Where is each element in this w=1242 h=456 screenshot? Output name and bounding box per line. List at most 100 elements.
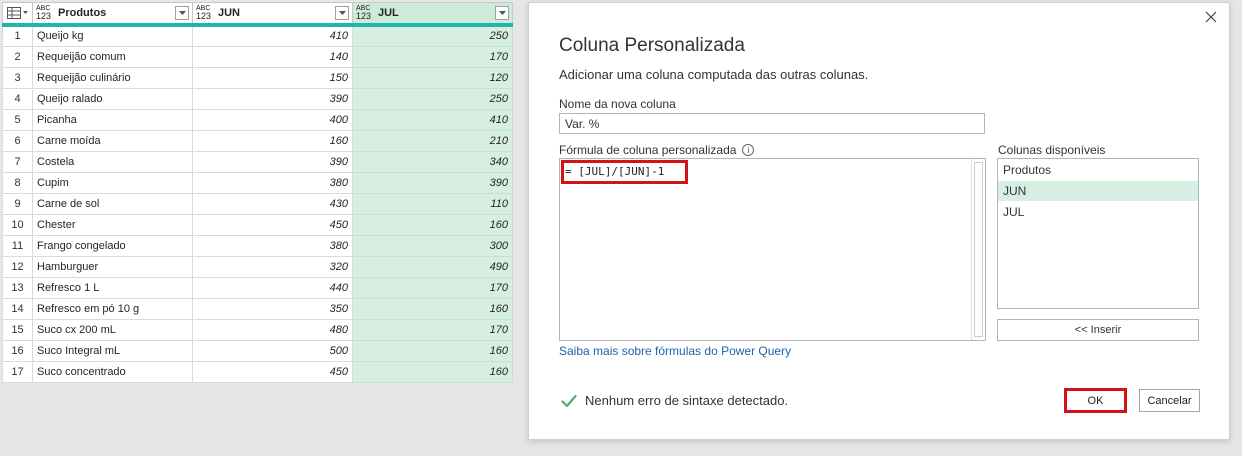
cell-jun[interactable]: 450 — [192, 360, 353, 383]
table-corner[interactable] — [2, 2, 33, 27]
cell-produto[interactable]: Refresco 1 L — [32, 276, 193, 299]
column-filter-button[interactable] — [175, 6, 189, 20]
cancel-button[interactable]: Cancelar — [1139, 389, 1200, 412]
row-index[interactable]: 15 — [2, 318, 33, 341]
cell-produto[interactable]: Picanha — [32, 108, 193, 131]
cell-jun[interactable]: 440 — [192, 276, 353, 299]
row-index[interactable]: 3 — [2, 66, 33, 89]
cell-jun[interactable]: 380 — [192, 171, 353, 194]
table-row[interactable]: 8 Cupim 380 390 — [2, 171, 513, 194]
cell-jul[interactable]: 160 — [352, 297, 513, 320]
available-columns-list[interactable]: Produtos JUN JUL — [997, 158, 1199, 309]
cell-jun[interactable]: 160 — [192, 129, 353, 152]
cell-produto[interactable]: Requeijão culinário — [32, 66, 193, 89]
cell-jul[interactable]: 250 — [352, 87, 513, 110]
cell-jun[interactable]: 150 — [192, 66, 353, 89]
row-index[interactable]: 4 — [2, 87, 33, 110]
cell-produto[interactable]: Queijo kg — [32, 24, 193, 47]
row-index[interactable]: 2 — [2, 45, 33, 68]
cell-jun[interactable]: 450 — [192, 213, 353, 236]
available-column-item[interactable]: Produtos — [998, 160, 1198, 180]
info-icon[interactable]: i — [742, 144, 755, 156]
cell-jul[interactable]: 160 — [352, 360, 513, 383]
column-header-produtos[interactable]: ABC 123 Produtos — [32, 2, 193, 27]
cell-jul[interactable]: 160 — [352, 213, 513, 236]
column-header-jul[interactable]: ABC 123 JUL — [352, 2, 513, 27]
cell-jul[interactable]: 170 — [352, 45, 513, 68]
cell-produto[interactable]: Costela — [32, 150, 193, 173]
row-index[interactable]: 6 — [2, 129, 33, 152]
cell-jun[interactable]: 380 — [192, 234, 353, 257]
table-row[interactable]: 15 Suco cx 200 mL 480 170 — [2, 318, 513, 341]
cell-jul[interactable]: 390 — [352, 171, 513, 194]
formula-scrollbar[interactable] — [971, 159, 985, 340]
cell-jul[interactable]: 250 — [352, 24, 513, 47]
insert-button[interactable]: << Inserir — [997, 319, 1199, 341]
cell-produto[interactable]: Suco Integral mL — [32, 339, 193, 362]
close-icon[interactable] — [1203, 9, 1219, 25]
table-row[interactable]: 3 Requeijão culinário 150 120 — [2, 66, 513, 89]
row-index[interactable]: 16 — [2, 339, 33, 362]
formula-editor[interactable]: = [JUL]/[JUN]-1 — [559, 158, 986, 341]
table-menu-icon[interactable] — [7, 7, 21, 19]
cell-produto[interactable]: Suco cx 200 mL — [32, 318, 193, 341]
cell-jul[interactable]: 340 — [352, 150, 513, 173]
row-index[interactable]: 8 — [2, 171, 33, 194]
cell-jun[interactable]: 140 — [192, 45, 353, 68]
row-index[interactable]: 10 — [2, 213, 33, 236]
table-row[interactable]: 7 Costela 390 340 — [2, 150, 513, 173]
table-row[interactable]: 1 Queijo kg 410 250 — [2, 24, 513, 47]
table-row[interactable]: 4 Queijo ralado 390 250 — [2, 87, 513, 110]
available-column-item[interactable]: JUN — [998, 181, 1198, 201]
row-index[interactable]: 5 — [2, 108, 33, 131]
available-column-item[interactable]: JUL — [998, 202, 1198, 222]
cell-jun[interactable]: 390 — [192, 87, 353, 110]
row-index[interactable]: 17 — [2, 360, 33, 383]
cell-produto[interactable]: Requeijão comum — [32, 45, 193, 68]
table-row[interactable]: 6 Carne moída 160 210 — [2, 129, 513, 152]
cell-jun[interactable]: 350 — [192, 297, 353, 320]
column-name-input[interactable] — [559, 113, 985, 134]
cell-produto[interactable]: Hamburguer — [32, 255, 193, 278]
row-index[interactable]: 7 — [2, 150, 33, 173]
cell-produto[interactable]: Carne de sol — [32, 192, 193, 215]
cell-jul[interactable]: 300 — [352, 234, 513, 257]
cell-jul[interactable]: 490 — [352, 255, 513, 278]
cell-produto[interactable]: Carne moída — [32, 129, 193, 152]
scrollbar-thumb[interactable] — [974, 162, 983, 337]
table-row[interactable]: 11 Frango congelado 380 300 — [2, 234, 513, 257]
row-index[interactable]: 11 — [2, 234, 33, 257]
table-row[interactable]: 10 Chester 450 160 — [2, 213, 513, 236]
cell-jul[interactable]: 110 — [352, 192, 513, 215]
table-row[interactable]: 17 Suco concentrado 450 160 — [2, 360, 513, 383]
cell-jul[interactable]: 160 — [352, 339, 513, 362]
learn-more-link[interactable]: Saiba mais sobre fórmulas do Power Query — [559, 344, 791, 358]
ok-button[interactable]: OK — [1064, 388, 1127, 413]
cell-produto[interactable]: Frango congelado — [32, 234, 193, 257]
cell-produto[interactable]: Chester — [32, 213, 193, 236]
row-index[interactable]: 12 — [2, 255, 33, 278]
table-row[interactable]: 14 Refresco em pó 10 g 350 160 — [2, 297, 513, 320]
table-row[interactable]: 5 Picanha 400 410 — [2, 108, 513, 131]
cell-jul[interactable]: 170 — [352, 276, 513, 299]
column-filter-button[interactable] — [495, 6, 509, 20]
cell-produto[interactable]: Queijo ralado — [32, 87, 193, 110]
cell-produto[interactable]: Cupim — [32, 171, 193, 194]
cell-jun[interactable]: 500 — [192, 339, 353, 362]
row-index[interactable]: 14 — [2, 297, 33, 320]
table-row[interactable]: 2 Requeijão comum 140 170 — [2, 45, 513, 68]
cell-jul[interactable]: 170 — [352, 318, 513, 341]
table-row[interactable]: 16 Suco Integral mL 500 160 — [2, 339, 513, 362]
cell-jun[interactable]: 320 — [192, 255, 353, 278]
cell-produto[interactable]: Refresco em pó 10 g — [32, 297, 193, 320]
cell-jun[interactable]: 430 — [192, 192, 353, 215]
cell-produto[interactable]: Suco concentrado — [32, 360, 193, 383]
table-row[interactable]: 9 Carne de sol 430 110 — [2, 192, 513, 215]
column-filter-button[interactable] — [335, 6, 349, 20]
row-index[interactable]: 13 — [2, 276, 33, 299]
cell-jul[interactable]: 410 — [352, 108, 513, 131]
cell-jun[interactable]: 480 — [192, 318, 353, 341]
cell-jun[interactable]: 390 — [192, 150, 353, 173]
cell-jun[interactable]: 410 — [192, 24, 353, 47]
cell-jul[interactable]: 120 — [352, 66, 513, 89]
